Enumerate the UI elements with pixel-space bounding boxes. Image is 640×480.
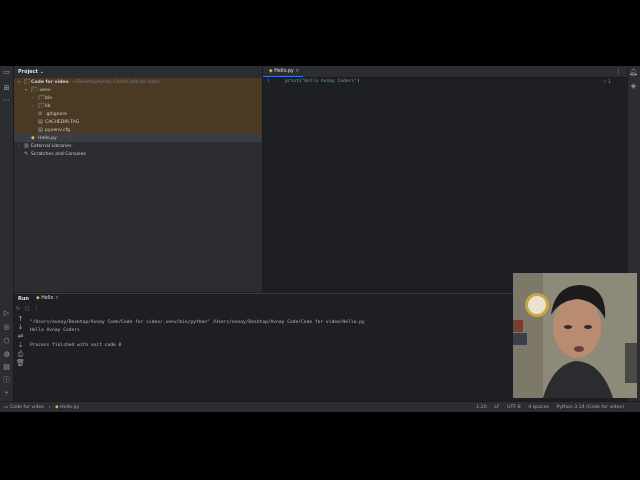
tree-item[interactable]: ✎ Scratches and Consoles: [14, 150, 262, 158]
left-tool-strip: ▭ ⊞ ⋯ ▷ ◎ ⬡ ◍ ▤ ⓘ ⑂: [0, 66, 14, 401]
tree-item[interactable]: ▤ pyvenv.cfg: [14, 126, 262, 134]
webcam-overlay: [513, 273, 637, 398]
folder-icon: 📁︎: [24, 79, 31, 85]
problems-icon[interactable]: ⓘ: [2, 377, 11, 384]
up-icon[interactable]: ↑: [16, 316, 25, 323]
tree-item-label: Code for video: [31, 80, 69, 85]
run-tab-hello[interactable]: ◆ Hello ×: [36, 296, 59, 301]
python-file-icon: ◆: [269, 69, 273, 74]
ai-assistant-icon[interactable]: ◈: [629, 83, 638, 90]
python-console-icon[interactable]: ◍: [2, 351, 11, 358]
tree-item[interactable]: › 📁︎lib: [14, 102, 262, 110]
python-file-icon: ◆: [31, 135, 35, 141]
project-tree: ▾ 📁︎Code for video ~/Desktop/Avnay Code/Co…: [14, 78, 262, 158]
console-line: Hello Avnay Coders: [30, 327, 80, 333]
tree-item-label: bin: [45, 96, 53, 101]
file-icon: ▤: [38, 119, 43, 125]
stop-icon[interactable]: □: [25, 306, 30, 312]
more-icon[interactable]: ⋮: [34, 306, 39, 312]
run-side-toolbar: ↑ ↓ ⇌ ⇣ ⎙ 🗑︎: [14, 314, 26, 400]
file-icon: ▤: [38, 127, 43, 133]
indent-setting[interactable]: 4 spaces: [528, 405, 549, 410]
breadcrumb-project[interactable]: Code for video: [10, 405, 44, 410]
services-icon[interactable]: ◎: [2, 324, 11, 331]
git-icon[interactable]: ⑂: [2, 390, 11, 397]
gitignore-icon: ⊘: [38, 111, 43, 117]
python-file-icon: ◆: [55, 405, 59, 410]
project-title[interactable]: Project ⌄: [18, 69, 44, 75]
scroll-end-icon[interactable]: ⇣: [16, 342, 25, 349]
status-widgets: 1:20 LF UTF-8 4 spaces Python 3.14 (Code…: [470, 402, 624, 412]
notifications-icon[interactable]: 🔔︎: [629, 69, 638, 76]
run-icon[interactable]: ▷: [2, 310, 11, 317]
breadcrumb-project-icon: ▭: [4, 405, 9, 410]
tree-item[interactable]: › ▥ External Libraries: [14, 142, 262, 150]
run-toolbar: ↻ □ ⋮: [16, 306, 39, 312]
run-title: Run: [18, 296, 29, 302]
tree-item-label: lib: [45, 104, 51, 109]
code-paren-close: ): [356, 79, 360, 84]
code-line[interactable]: print("Hello Avnay Coders"): [285, 79, 360, 84]
scratch-icon: ✎: [24, 151, 29, 157]
interpreter[interactable]: Python 3.14 (Code for video): [556, 405, 624, 410]
tree-item-label: CACHEDIR.TAG: [45, 120, 80, 125]
line-number: 1: [267, 79, 270, 84]
console-line: "/Users/avnay/Desktop/Avnay Code/Code fo…: [30, 320, 365, 325]
breadcrumb: ▭ Code for video › ◆ Hello.py: [4, 402, 79, 412]
tree-item-path: ~/Desktop/Avnay Code/Code for video: [71, 80, 160, 85]
tree-item-label: .gitignore: [45, 112, 67, 117]
more-icon[interactable]: ⋯: [2, 97, 11, 104]
library-icon: ▥: [24, 143, 29, 149]
tree-item-label: pyvenv.cfg: [45, 128, 70, 133]
code-function: print: [285, 79, 299, 84]
file-encoding[interactable]: UTF-8: [507, 405, 521, 410]
kebab-menu-icon[interactable]: ⋮: [614, 68, 623, 75]
status-bar: ▭ Code for video › ◆ Hello.py 1:20 LF UT…: [0, 401, 640, 412]
tab-hello-py[interactable]: ◆ Hello.py ×: [263, 66, 304, 77]
editor-panel: ◆ Hello.py × ⋮ 1 print("Hello Avnay Code…: [263, 66, 627, 292]
folder-icon: 📁︎: [31, 87, 38, 93]
editor-tab-bar: ◆ Hello.py × ⋮: [263, 66, 627, 78]
code-string: "Hello Avnay Coders": [301, 79, 357, 84]
line-separator[interactable]: LF: [494, 405, 499, 410]
console-output[interactable]: "/Users/avnay/Desktop/Avnay Code/Code fo…: [30, 319, 365, 349]
print-icon[interactable]: ⎙: [16, 351, 25, 358]
tree-item[interactable]: ▾ 📁︎Code for video ~/Desktop/Avnay Code/Co…: [14, 78, 262, 86]
tree-item-label: Hello.py: [38, 136, 57, 141]
terminal-icon[interactable]: ▤: [2, 364, 11, 371]
folder-icon: 📁︎: [38, 95, 45, 101]
wrap-icon[interactable]: ⇌: [16, 333, 25, 340]
tree-item[interactable]: ◆ Hello.py: [14, 134, 262, 142]
rerun-icon[interactable]: ↻: [16, 306, 20, 312]
inspection-widget[interactable]: ✓ 1: [603, 80, 611, 85]
close-icon[interactable]: ×: [295, 69, 299, 74]
run-tab-label: Hello: [41, 296, 54, 301]
tree-item-label: .venv: [38, 88, 51, 93]
caret-position[interactable]: 1:20: [476, 405, 487, 410]
folder-icon[interactable]: ▭: [2, 69, 11, 76]
close-icon[interactable]: ×: [55, 296, 59, 301]
tree-item-label: External Libraries: [31, 144, 72, 149]
structure-icon[interactable]: ⊞: [2, 85, 11, 92]
tree-item[interactable]: ▾ 📁︎.venv: [14, 86, 262, 94]
packages-icon[interactable]: ⬡: [2, 338, 11, 345]
tree-item[interactable]: › 📁︎bin: [14, 94, 262, 102]
folder-icon: 📁︎: [38, 103, 45, 109]
project-title-label: Project: [18, 69, 39, 75]
breadcrumb-file[interactable]: Hello.py: [60, 405, 79, 410]
webcam-image: [513, 273, 637, 398]
trash-icon[interactable]: 🗑︎: [16, 360, 25, 367]
console-line: Process finished with exit code 0: [30, 342, 122, 348]
tree-item[interactable]: ▤ CACHEDIR.TAG: [14, 118, 262, 126]
tab-label: Hello.py: [274, 69, 294, 74]
breadcrumb-separator-icon: ›: [48, 405, 51, 410]
python-file-icon: ◆: [36, 296, 40, 301]
tree-item[interactable]: ⊘ .gitignore: [14, 110, 262, 118]
line-gutter: 1: [263, 78, 283, 292]
project-panel: Project ⌄ ▾ 📁︎Code for video ~/Desktop/Avn…: [14, 66, 263, 292]
down-icon[interactable]: ↓: [16, 324, 25, 331]
tree-item-label: Scratches and Consoles: [31, 152, 86, 157]
